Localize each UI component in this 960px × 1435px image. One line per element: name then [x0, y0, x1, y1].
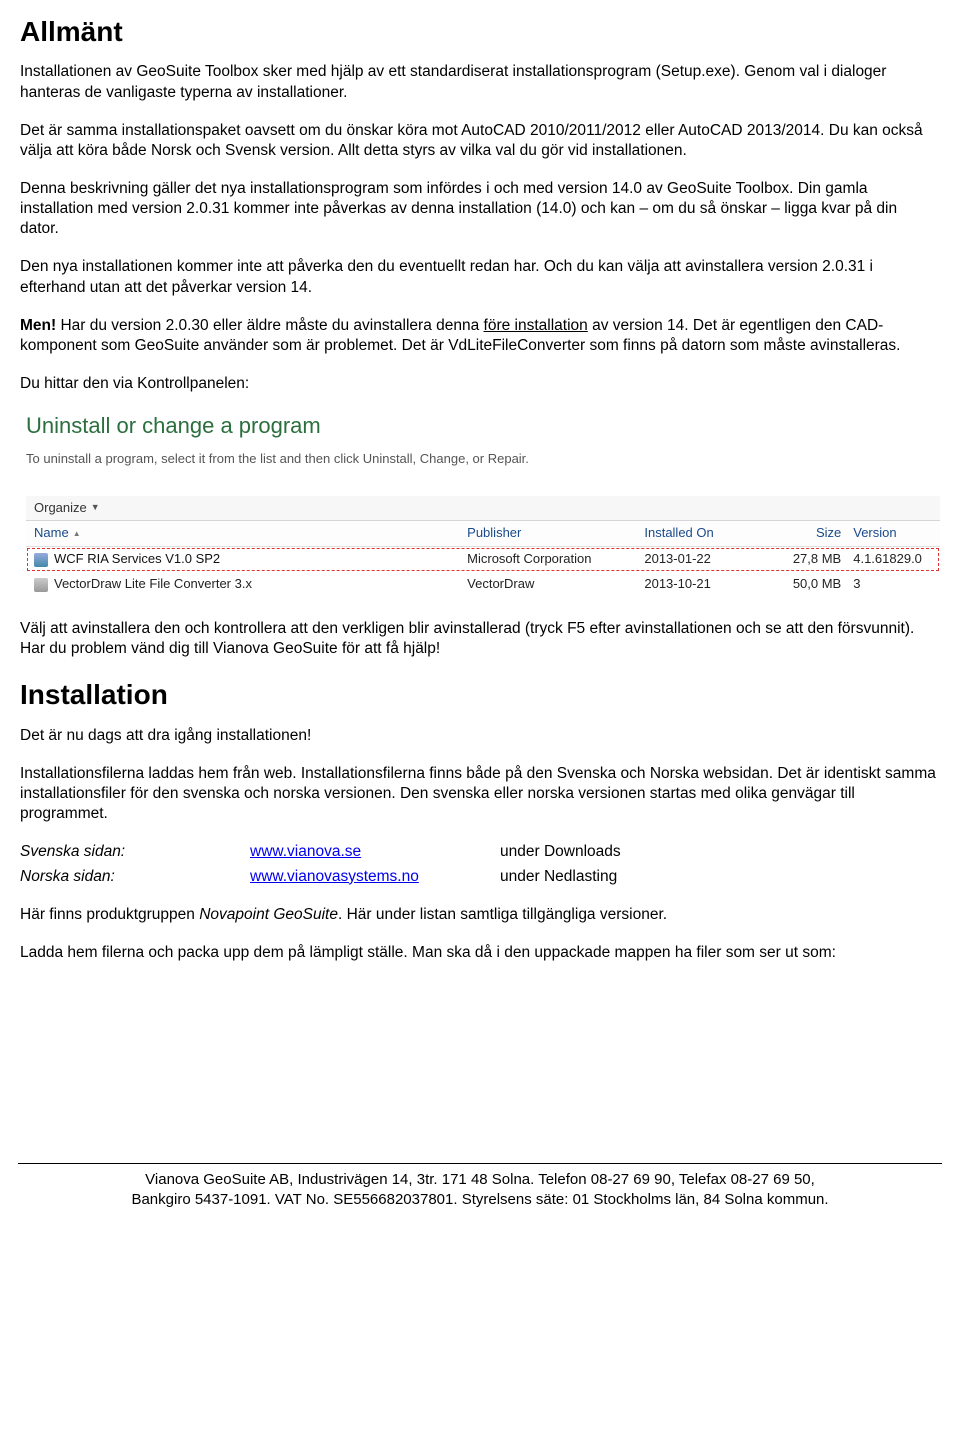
link-vianova-se[interactable]: www.vianova.se — [250, 843, 361, 860]
cp-toolbar: Organize ▼ — [26, 496, 940, 522]
cell-name: VectorDraw Lite File Converter 3.x — [54, 576, 252, 593]
site-row-no: Norska sidan: www.vianovasystems.no unde… — [20, 867, 940, 887]
cell-size: 50,0 MB — [753, 576, 854, 593]
sort-asc-icon: ▲ — [73, 529, 81, 539]
site-desc: under Downloads — [500, 842, 940, 862]
para-10-a: Här finns produktgruppen — [20, 906, 199, 923]
para-10-b: . Här under listan samtliga tillgängliga… — [338, 906, 667, 923]
para-1: Installationen av GeoSuite Toolbox sker … — [20, 62, 940, 102]
col-installed[interactable]: Installed On — [644, 525, 752, 542]
col-size[interactable]: Size — [753, 525, 854, 542]
cp-header-row: Name ▲ Publisher Installed On Size Versi… — [26, 521, 940, 547]
site-label: Svenska sidan: — [20, 842, 250, 862]
heading-installation: Installation — [20, 677, 940, 713]
para-3: Denna beskrivning gäller det nya install… — [20, 179, 940, 239]
para-9: Installationsfilerna laddas hem från web… — [20, 764, 940, 824]
program-icon — [34, 553, 48, 567]
table-row[interactable]: VectorDraw Lite File Converter 3.x Vecto… — [26, 572, 940, 597]
para-8: Det är nu dags att dra igång installatio… — [20, 726, 940, 746]
site-desc: under Nedlasting — [500, 867, 940, 887]
para-5-underline: före installation — [484, 317, 588, 334]
para-10: Här finns produktgruppen Novapoint GeoSu… — [20, 905, 940, 925]
page-footer: Vianova GeoSuite AB, Industrivägen 14, 3… — [18, 1163, 942, 1211]
para-4: Den nya installationen kommer inte att p… — [20, 257, 940, 297]
para-5-bold: Men! — [20, 317, 56, 334]
cell-name: WCF RIA Services V1.0 SP2 — [54, 551, 220, 568]
chevron-down-icon: ▼ — [91, 502, 100, 514]
cell-version: 4.1.61829.0 — [853, 551, 932, 568]
cp-title: Uninstall or change a program — [26, 412, 940, 441]
para-6: Du hittar den via Kontrollpanelen: — [20, 374, 940, 394]
organize-button[interactable]: Organize — [34, 500, 87, 517]
cell-installed: 2013-10-21 — [644, 576, 752, 593]
footer-line-2: Bankgiro 5437-1091. VAT No. SE5566820378… — [18, 1190, 942, 1210]
para-5-a: Har du version 2.0.30 eller äldre måste … — [56, 317, 483, 334]
col-version[interactable]: Version — [853, 525, 932, 542]
table-row[interactable]: WCF RIA Services V1.0 SP2 Microsoft Corp… — [26, 547, 940, 572]
cell-publisher: Microsoft Corporation — [467, 551, 644, 568]
cell-installed: 2013-01-22 — [644, 551, 752, 568]
link-vianovasystems-no[interactable]: www.vianovasystems.no — [250, 868, 419, 885]
col-name-label: Name — [34, 525, 69, 542]
para-11: Ladda hem filerna och packa upp dem på l… — [20, 943, 940, 963]
site-label: Norska sidan: — [20, 867, 250, 887]
cell-version: 3 — [853, 576, 932, 593]
col-name[interactable]: Name ▲ — [34, 525, 467, 542]
site-row-se: Svenska sidan: www.vianova.se under Down… — [20, 842, 940, 862]
program-icon — [34, 578, 48, 592]
para-10-italic: Novapoint GeoSuite — [199, 906, 338, 923]
para-5: Men! Har du version 2.0.30 eller äldre m… — [20, 316, 940, 356]
cp-subtitle: To uninstall a program, select it from t… — [26, 451, 940, 468]
heading-allmant: Allmänt — [20, 14, 940, 50]
control-panel-screenshot: Uninstall or change a program To uninsta… — [20, 412, 940, 597]
cell-publisher: VectorDraw — [467, 576, 644, 593]
para-7: Välj att avinstallera den och kontroller… — [20, 619, 940, 659]
footer-line-1: Vianova GeoSuite AB, Industrivägen 14, 3… — [18, 1170, 942, 1190]
para-2: Det är samma installationspaket oavsett … — [20, 121, 940, 161]
col-publisher[interactable]: Publisher — [467, 525, 644, 542]
cell-size: 27,8 MB — [753, 551, 854, 568]
